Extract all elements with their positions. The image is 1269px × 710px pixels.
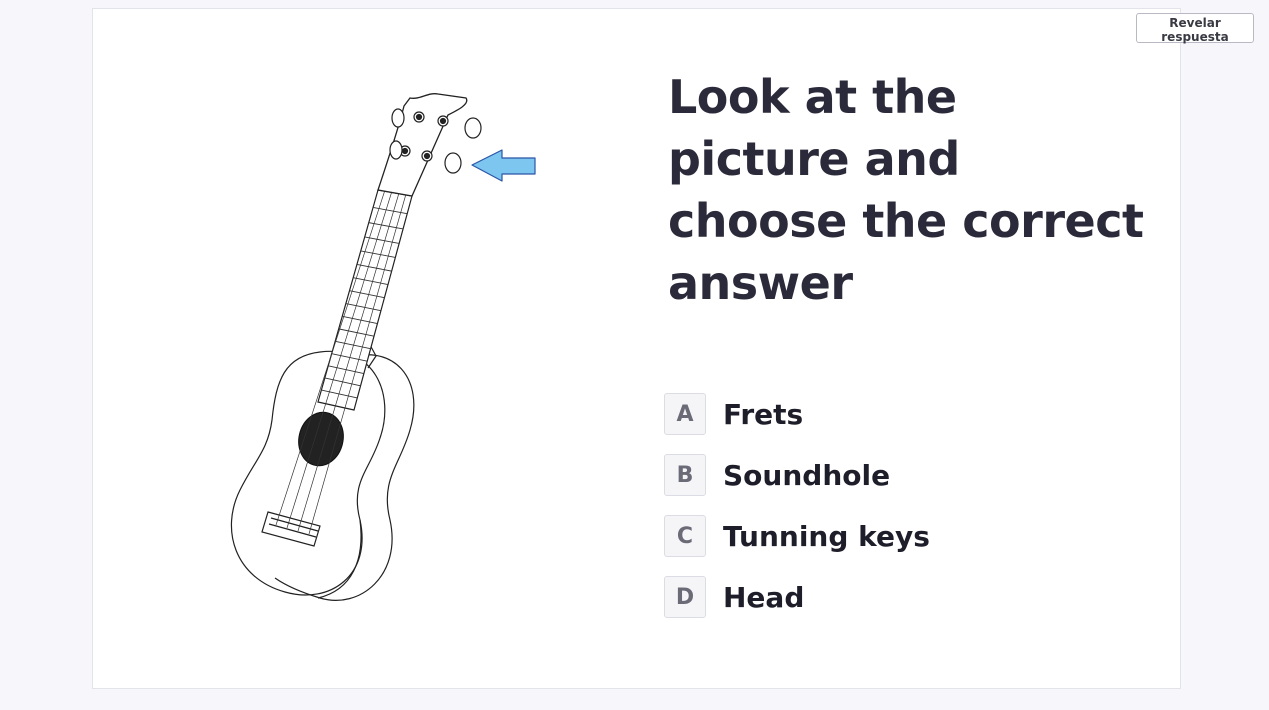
soundhole [298,411,344,467]
option-text: Tunning keys [723,519,930,553]
option-c[interactable]: C Tunning keys [664,514,1084,558]
option-a[interactable]: A Frets [664,392,1084,436]
option-text: Frets [723,397,804,431]
option-letter: B [664,454,706,496]
ukulele-body [230,350,386,596]
pointer-arrow [471,149,536,182]
option-b[interactable]: B Soundhole [664,453,1084,497]
option-text: Head [723,580,805,614]
option-letter: C [664,515,706,557]
question-title: Look at the picture and choose the corre… [668,70,1144,310]
option-text: Soundhole [723,458,891,492]
option-d[interactable]: D Head [664,575,1084,619]
ukulele-illustration [230,93,536,601]
reveal-answer-button[interactable]: Revelar respuesta [1136,13,1254,44]
bridge [261,511,321,547]
option-letter: A [664,393,706,435]
answer-options: A Frets B Soundhole C Tunning keys D Hea… [664,392,1084,636]
option-letter: D [664,576,706,618]
